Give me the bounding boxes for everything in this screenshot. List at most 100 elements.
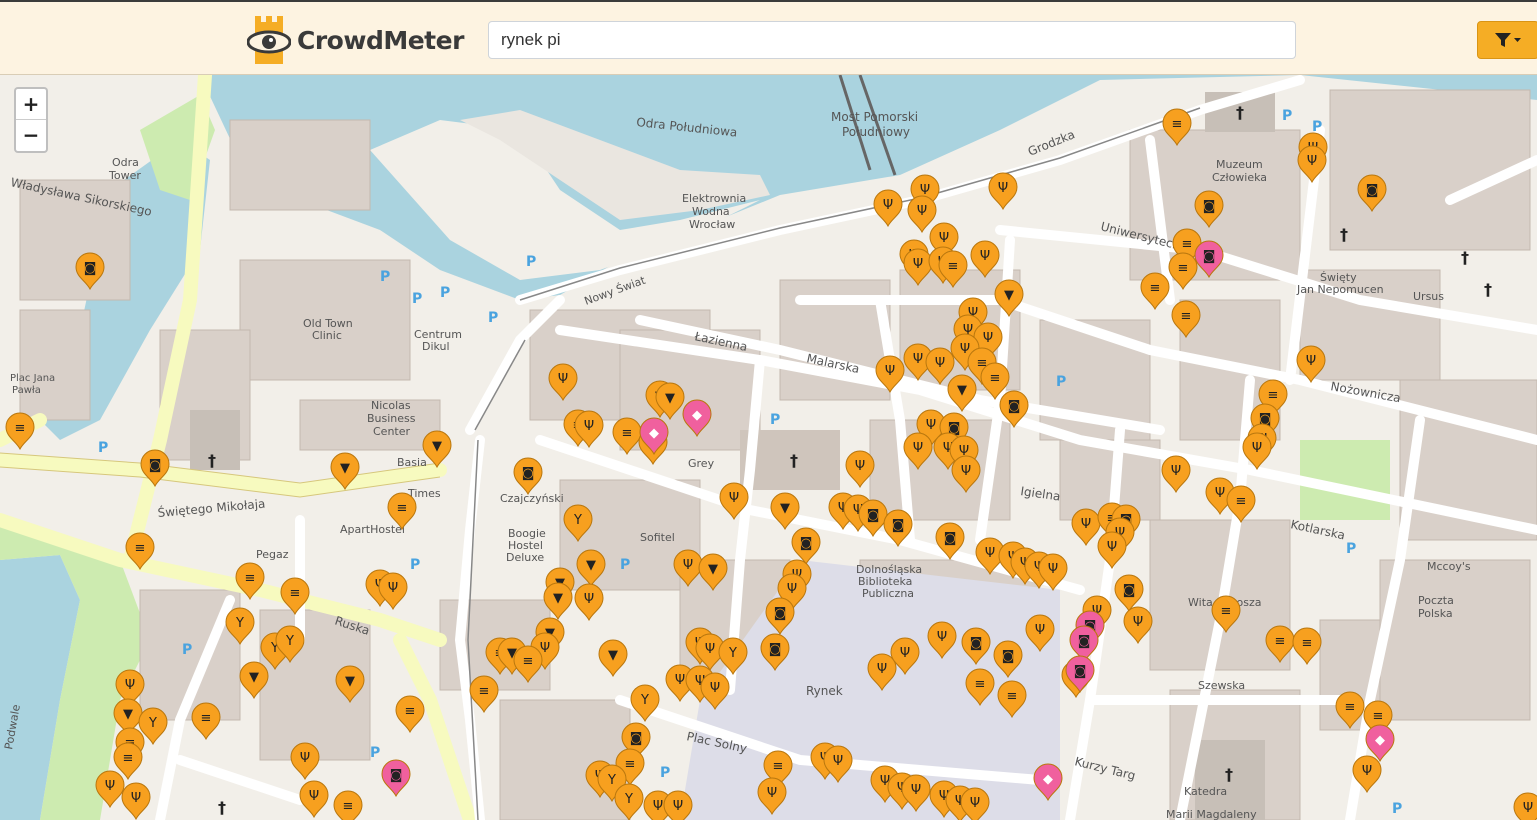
hotspot-poi-marker[interactable]: ◆ — [1365, 724, 1395, 763]
poi-marker[interactable]: ≡ — [125, 532, 155, 571]
hotspot-poi-marker[interactable]: ◆ — [1033, 763, 1063, 802]
poi-marker[interactable]: Ψ — [988, 172, 1018, 211]
poi-marker[interactable]: ≡ — [612, 417, 642, 456]
poi-marker[interactable]: ≡ — [5, 412, 35, 451]
poi-marker[interactable]: ≡ — [387, 492, 417, 531]
poi-marker[interactable]: Ψ — [1352, 755, 1382, 794]
poi-marker[interactable]: Ψ — [1161, 455, 1191, 494]
poi-marker[interactable]: ◙ — [999, 390, 1029, 429]
poi-marker[interactable]: ▼ — [994, 279, 1024, 318]
poi-marker[interactable]: ≡ — [333, 790, 363, 820]
poi-marker[interactable]: ▼ — [543, 582, 573, 621]
hotspot-poi-marker[interactable]: ◆ — [682, 399, 712, 438]
poi-marker[interactable]: Ψ — [663, 790, 693, 820]
poi-marker[interactable]: Ψ — [378, 572, 408, 611]
poi-marker[interactable]: ◙ — [1357, 174, 1387, 213]
zoom-in-button[interactable]: + — [16, 89, 46, 119]
poi-marker[interactable]: Ψ — [1097, 531, 1127, 570]
poi-marker[interactable]: Y — [563, 504, 593, 543]
poi-marker[interactable]: ≡ — [980, 362, 1010, 401]
poi-marker[interactable]: ◙ — [883, 509, 913, 548]
poi-marker[interactable]: Y — [718, 637, 748, 676]
poi-marker[interactable]: ≡ — [235, 562, 265, 601]
poi-marker[interactable]: Ψ — [757, 777, 787, 816]
poi-marker[interactable]: ≡ — [395, 695, 425, 734]
poi-marker[interactable]: Ψ — [673, 549, 703, 588]
poi-marker[interactable]: ≡ — [1171, 300, 1201, 339]
poi-marker[interactable]: ≡ — [1265, 625, 1295, 664]
poi-marker[interactable]: ◙ — [765, 597, 795, 636]
poi-marker[interactable]: ▼ — [770, 492, 800, 531]
poi-marker[interactable]: Y — [225, 607, 255, 646]
poi-marker[interactable]: Ψ — [299, 780, 329, 819]
poi-marker[interactable]: ≡ — [280, 577, 310, 616]
poi-marker[interactable]: Ψ — [901, 774, 931, 813]
poi-marker[interactable]: ▼ — [598, 639, 628, 678]
poi-marker[interactable]: Ψ — [903, 432, 933, 471]
poi-marker[interactable]: Ψ — [845, 450, 875, 489]
poi-marker[interactable]: Ψ — [1296, 345, 1326, 384]
poi-marker[interactable]: Ψ — [951, 455, 981, 494]
hotspot-poi-marker[interactable]: ◙ — [1194, 240, 1224, 279]
poi-marker[interactable]: Ψ — [548, 363, 578, 402]
poi-marker[interactable]: ▼ — [422, 430, 452, 469]
poi-marker[interactable]: Ψ — [1242, 432, 1272, 471]
poi-marker[interactable]: ◙ — [760, 633, 790, 672]
brand-logo[interactable]: CrowdMeter — [247, 16, 464, 64]
poi-marker[interactable]: Ψ — [700, 672, 730, 711]
poi-marker[interactable]: ◙ — [1194, 190, 1224, 229]
poi-marker[interactable]: Ψ — [903, 248, 933, 287]
poi-marker[interactable]: ◙ — [791, 527, 821, 566]
search-input[interactable]: rynek pi — [488, 21, 1296, 59]
poi-marker[interactable]: Ψ — [121, 782, 151, 820]
poi-marker[interactable]: ≡ — [1168, 252, 1198, 291]
poi-marker[interactable]: ◙ — [75, 252, 105, 291]
poi-marker[interactable]: ≡ — [997, 680, 1027, 719]
poi-marker[interactable]: Ψ — [970, 240, 1000, 279]
poi-marker[interactable]: Ψ — [574, 583, 604, 622]
hotspot-poi-marker[interactable]: ◙ — [381, 759, 411, 798]
poi-marker[interactable]: Ψ — [1025, 614, 1055, 653]
poi-marker[interactable]: Ψ — [1513, 792, 1537, 820]
poi-marker[interactable]: ▼ — [698, 553, 728, 592]
poi-marker[interactable]: ▼ — [335, 665, 365, 704]
poi-marker[interactable]: ≡ — [1335, 691, 1365, 730]
poi-marker[interactable]: ◙ — [1114, 574, 1144, 613]
poi-marker[interactable]: Ψ — [823, 745, 853, 784]
poi-marker[interactable]: ≡ — [1226, 485, 1256, 524]
poi-marker[interactable]: Ψ — [290, 742, 320, 781]
poi-marker[interactable]: Ψ — [925, 347, 955, 386]
poi-marker[interactable]: Ψ — [1038, 553, 1068, 592]
poi-marker[interactable]: ≡ — [1211, 595, 1241, 634]
poi-marker[interactable]: ◙ — [993, 640, 1023, 679]
poi-marker[interactable]: ≡ — [1292, 627, 1322, 666]
poi-marker[interactable]: ▼ — [330, 452, 360, 491]
filter-button[interactable] — [1477, 21, 1537, 59]
poi-marker[interactable]: Ψ — [867, 653, 897, 692]
poi-marker[interactable]: Ψ — [907, 195, 937, 234]
poi-marker[interactable]: Ψ — [927, 621, 957, 660]
poi-marker[interactable]: Ψ — [1297, 145, 1327, 184]
zoom-out-button[interactable]: − — [16, 119, 46, 150]
poi-marker[interactable]: ≡ — [469, 675, 499, 714]
marker-layer[interactable]: ◙≡◙▼▼≡≡≡≡ΨΨYYY▼▼≡Ψ▼Y≡≡≡ΨΨΨΨ≡Ψ≡Ψ≡▼▼▼◙Y▼▼▼… — [0, 75, 1537, 820]
poi-marker[interactable]: Ψ — [873, 189, 903, 228]
poi-marker[interactable]: ◙ — [858, 499, 888, 538]
poi-marker[interactable]: Ψ — [1071, 508, 1101, 547]
poi-marker[interactable]: ◙ — [513, 457, 543, 496]
map-view[interactable]: Most Pomorski Południowy Odra Południowa… — [0, 75, 1537, 820]
poi-marker[interactable]: ≡ — [513, 645, 543, 684]
poi-marker[interactable]: Ψ — [95, 770, 125, 809]
poi-marker[interactable]: ◙ — [935, 522, 965, 561]
poi-marker[interactable]: ≡ — [1162, 108, 1192, 147]
poi-marker[interactable]: ◙ — [961, 627, 991, 666]
poi-marker[interactable]: Y — [614, 783, 644, 820]
poi-marker[interactable]: ▼ — [947, 374, 977, 413]
poi-marker[interactable]: ≡ — [191, 702, 221, 741]
poi-marker[interactable]: Ψ — [1123, 606, 1153, 645]
poi-marker[interactable]: ≡ — [965, 668, 995, 707]
poi-marker[interactable]: ▼ — [239, 661, 269, 700]
poi-marker[interactable]: Ψ — [875, 355, 905, 394]
poi-marker[interactable]: Ψ — [719, 482, 749, 521]
poi-marker[interactable]: ◙ — [140, 449, 170, 488]
